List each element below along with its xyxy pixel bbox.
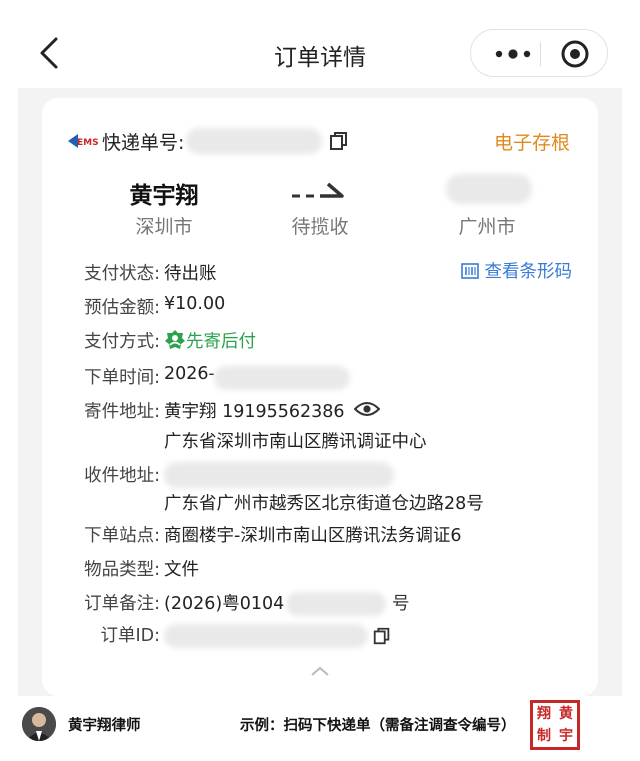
order-remark-value: (2026)粤0104: [164, 594, 285, 614]
eye-icon[interactable]: [354, 400, 380, 418]
order-time-redacted: [214, 366, 350, 390]
capsule-divider: [540, 42, 541, 66]
more-options-icon[interactable]: [487, 34, 539, 74]
person-badge-icon: [165, 330, 185, 349]
tracking-number-redacted: [186, 128, 322, 154]
order-station-value: 商圈楼宇-深圳市南山区腾讯法务调证6: [164, 526, 462, 546]
shipment-status: 待揽收: [291, 216, 349, 238]
mini-program-capsule: [470, 29, 608, 77]
barcode-icon: [460, 263, 479, 279]
ems-logo-icon: EMS: [68, 134, 99, 148]
electronic-stub-link[interactable]: 电子存根: [494, 128, 570, 155]
receiver-address-value: 广东省广州市越秀区北京街道仓边路28号: [164, 494, 484, 514]
navigation-bar: 订单详情: [0, 0, 640, 96]
receiver-city: 广州市: [458, 216, 516, 238]
route-arrow-icon: [292, 182, 344, 198]
seal-char: 翔: [537, 706, 551, 722]
sender-address-value: 广东省深圳市南山区腾讯调证中心: [164, 432, 427, 452]
item-type-value: 文件: [164, 560, 199, 580]
estimated-amount-label: 预估金额:: [84, 298, 160, 318]
payment-method-value-wrap: 先寄后付: [164, 328, 256, 353]
tracking-row: EMS 快递单号: 电子存根: [66, 124, 586, 158]
seal-char: 宇: [559, 728, 573, 744]
receiver-address-label: 收件地址:: [84, 466, 160, 486]
close-mini-program-icon[interactable]: [559, 38, 591, 70]
order-id-redacted: [164, 624, 368, 648]
route-summary: 黄宇翔 深圳市 待揽收 广州市: [42, 172, 598, 242]
seal-stamp: 翔 黄 制 宇: [530, 700, 580, 750]
order-id-label: 订单ID:: [100, 626, 160, 646]
order-time-label: 下单时间:: [84, 368, 160, 388]
watermark-footer: 黄宇翔律师 示例：扫码下快递单（需备注调查令编号） 翔 黄 制 宇: [0, 696, 640, 761]
sender-name: 黄宇翔: [129, 183, 199, 209]
receiver-name-redacted: [446, 174, 532, 204]
lawyer-name: 黄宇翔律师: [68, 718, 141, 734]
copy-id-icon[interactable]: [372, 626, 392, 646]
payment-method-label: 支付方式:: [84, 332, 160, 352]
payment-status-value: 待出账: [164, 264, 217, 284]
avatar: [22, 707, 56, 741]
sender-address-label: 寄件地址:: [84, 402, 160, 422]
payment-status-label: 支付状态:: [84, 264, 160, 284]
order-remark-suffix: 号: [392, 594, 410, 614]
view-barcode-link[interactable]: 查看条形码: [460, 258, 573, 283]
lawyer-portrait: [22, 707, 56, 741]
order-remark-redacted: [286, 592, 386, 616]
example-caption: 示例：扫码下快递单（需备注调查令编号）: [240, 718, 516, 734]
order-time-value: 2026-: [164, 364, 215, 384]
receiver-contact-redacted: [164, 462, 394, 488]
item-type-label: 物品类型:: [84, 560, 160, 580]
view-barcode-label: 查看条形码: [484, 262, 573, 282]
estimated-amount-value: ¥10.00: [164, 294, 226, 314]
sender-contact: 黄宇翔 19195562386: [164, 402, 345, 422]
seal-char: 黄: [559, 706, 573, 722]
copy-icon[interactable]: [328, 130, 350, 152]
collapse-chevron-icon[interactable]: [309, 664, 331, 678]
order-remark-label: 订单备注:: [84, 594, 160, 614]
order-station-label: 下单站点:: [84, 526, 160, 546]
payment-method-value: 先寄后付: [186, 332, 256, 352]
tracking-number-label: 快递单号:: [102, 132, 185, 154]
svg-text:EMS: EMS: [77, 138, 99, 148]
seal-char: 制: [537, 728, 551, 744]
sender-city: 深圳市: [135, 216, 193, 238]
